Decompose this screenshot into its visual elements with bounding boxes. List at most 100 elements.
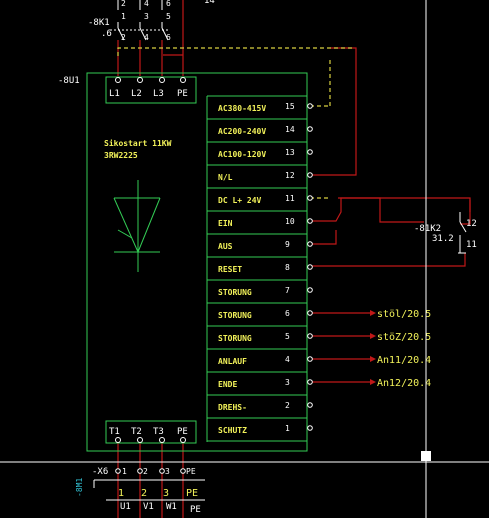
- io-row-pin: 14: [285, 125, 295, 134]
- schematic-canvas[interactable]: -8K1 .6 14 2 4 6 1 3 5 2 4 6 -8U1 L1 L2 …: [0, 0, 489, 518]
- io-row-pin: 2: [285, 401, 290, 410]
- relay-label: -81K2: [414, 224, 441, 234]
- motor-pin-1: 1: [118, 488, 124, 499]
- io-row-terminal-dot[interactable]: [307, 425, 313, 431]
- motor-term-pe: PE: [190, 505, 201, 515]
- io-row-label: RESET: [218, 265, 242, 274]
- io-row-label: AUS: [218, 242, 233, 251]
- io-row-terminal-dot[interactable]: [307, 264, 313, 270]
- io-row-label: AC200-240V: [218, 127, 266, 136]
- x6-pin-1: 1: [122, 467, 127, 476]
- io-row-terminal-dot[interactable]: [307, 241, 313, 247]
- pin-top2-2: 3: [144, 12, 149, 21]
- io-row-terminal-dot[interactable]: [307, 356, 313, 362]
- io-row-pin: 10: [285, 217, 295, 226]
- io-row-label: ENDE: [218, 380, 237, 389]
- soft-starter-unit[interactable]: -8U1 L1 L2 L3 PE T1 T2 T3 PE Sikostart 1…: [58, 72, 313, 452]
- pin-bottom-1: 2: [121, 33, 126, 42]
- pin-top-3: 6: [166, 0, 171, 8]
- io-row-terminal-dot[interactable]: [307, 287, 313, 293]
- io-row-label: STORUNG: [218, 311, 252, 320]
- unit-outline: [86, 72, 308, 452]
- output-terminal-dots: [115, 437, 186, 443]
- x6-label: -X6: [92, 467, 108, 477]
- io-row-label: DREHS-: [218, 403, 247, 412]
- output-arrows: [370, 310, 376, 385]
- terminal-pe-out: PE: [177, 427, 188, 437]
- io-row-label: SCHUTZ: [218, 426, 247, 435]
- io-row-pin: 5: [285, 332, 290, 341]
- pin-top2-1: 1: [121, 12, 126, 21]
- io-row-pin: 7: [285, 286, 290, 295]
- io-row-pin: 6: [285, 309, 290, 318]
- relay-sublabel: 31.2: [432, 234, 454, 244]
- motor-term-v1: V1: [143, 502, 154, 512]
- terminal-t1: T1: [109, 427, 120, 437]
- io-row-terminal-dot[interactable]: [307, 126, 313, 132]
- io-row-terminal-dot[interactable]: [307, 195, 313, 201]
- io-row-label: ANLAUF: [218, 357, 247, 366]
- io-row-pin: 9: [285, 240, 290, 249]
- output-ref-2[interactable]: stöZ/20.5: [377, 332, 431, 343]
- pin-top-1: 2: [121, 0, 126, 8]
- relay-pin-a: 12: [466, 219, 477, 229]
- io-row-label: STORUNG: [218, 288, 252, 297]
- io-row-pin: 15: [285, 102, 295, 111]
- x6-pin-3: 3: [165, 467, 170, 476]
- terminal-t3: T3: [153, 427, 164, 437]
- io-row-label: STORUNG: [218, 334, 252, 343]
- contactor-label: -8K1: [88, 18, 110, 28]
- io-row-label: DC L+ 24V: [218, 196, 262, 205]
- wires-red: [117, 0, 471, 518]
- io-row-label: AC380-415V: [218, 104, 266, 113]
- motor-term-w1: W1: [166, 502, 177, 512]
- relay-pin-b: 11: [466, 240, 477, 250]
- output-ref-4[interactable]: An12/20.4: [377, 378, 431, 389]
- thyristor-symbol: [113, 180, 161, 272]
- io-row-terminal-dot[interactable]: [307, 310, 313, 316]
- io-rows: AC380-415V 15AC200-240V 14AC100-120V 13N/L 1…: [207, 95, 313, 442]
- motor-label: -8M1: [75, 478, 84, 497]
- io-row-label: EIN: [218, 219, 233, 228]
- pin-top-2: 4: [144, 0, 149, 8]
- device-name: Sikostart 11KW: [104, 138, 172, 148]
- io-row-pin: 8: [285, 263, 290, 272]
- motor-term-u1: U1: [120, 502, 131, 512]
- io-row-terminal-dot[interactable]: [307, 379, 313, 385]
- io-row-terminal-dot[interactable]: [307, 402, 313, 408]
- relay-81k2[interactable]: -81K2 31.2 12 11: [338, 197, 477, 254]
- motor-pin-pe: PE: [186, 488, 198, 499]
- output-ref-1[interactable]: stöl/20.5: [377, 309, 431, 320]
- io-row-terminal-dot[interactable]: [307, 149, 313, 155]
- contact-symbols: [110, 0, 170, 41]
- x6-pin-pe: PE: [186, 467, 196, 476]
- output-ref-3[interactable]: An11/20.4: [377, 355, 431, 366]
- motor-pin-3: 3: [163, 488, 169, 499]
- pin-top2-3: 5: [166, 12, 171, 21]
- io-row-terminal-dot[interactable]: [307, 218, 313, 224]
- contactor-8k1[interactable]: -8K1 .6 14 2 4 6 1 3 5 2 4 6: [88, 0, 215, 42]
- terminal-l2: L2: [131, 89, 142, 99]
- io-row-terminal-dot[interactable]: [307, 172, 313, 178]
- io-row-terminal-dot[interactable]: [307, 333, 313, 339]
- pick-box[interactable]: [421, 451, 431, 461]
- io-row-pin: 3: [285, 378, 290, 387]
- terminal-block-x6[interactable]: -X6 1 2 3 PE: [92, 467, 196, 477]
- output-references[interactable]: stöl/20.5 stöZ/20.5 An11/20.4 An12/20.4: [370, 309, 431, 389]
- terminal-l3: L3: [153, 89, 164, 99]
- device-type: 3RW2225: [104, 151, 138, 160]
- terminal-pe-in: PE: [177, 89, 188, 99]
- io-row-pin: 4: [285, 355, 290, 364]
- io-row-pin: 13: [285, 148, 295, 157]
- x6-pin-2: 2: [143, 467, 148, 476]
- io-row-pin: 1: [285, 424, 290, 433]
- io-row-label: AC100-120V: [218, 150, 266, 159]
- input-terminal-dots: [115, 77, 186, 83]
- io-row-pin: 12: [285, 171, 295, 180]
- corner-number: 14: [204, 0, 215, 6]
- io-row-pin: 11: [285, 194, 295, 203]
- terminal-t2: T2: [131, 427, 142, 437]
- relay-contact: [458, 212, 467, 254]
- io-row-terminal-dot[interactable]: [307, 103, 313, 109]
- io-row-label: N/L: [218, 173, 233, 182]
